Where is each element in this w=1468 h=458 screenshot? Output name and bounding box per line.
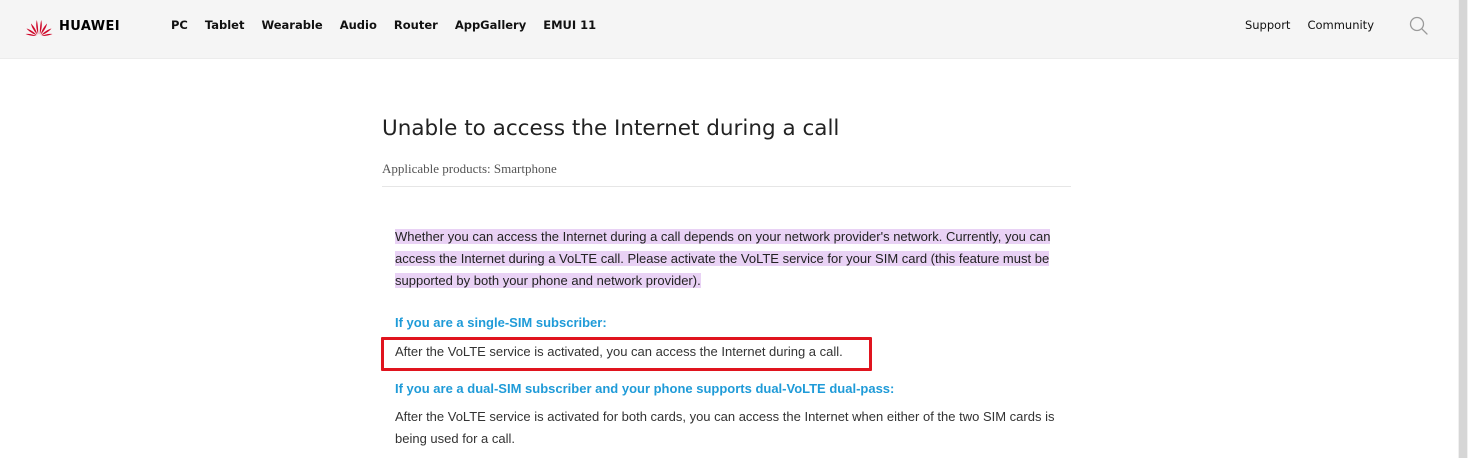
- applicable-products: Applicable products: Smartphone: [382, 161, 557, 177]
- applicable-products-label: Applicable products:: [382, 161, 491, 176]
- page-title: Unable to access the Internet during a c…: [382, 116, 840, 141]
- top-navbar: HUAWEI PC Tablet Wearable Audio Router A…: [0, 0, 1458, 59]
- huawei-logo[interactable]: HUAWEI: [24, 15, 120, 37]
- title-divider: [382, 186, 1071, 187]
- dual-sim-text: After the VoLTE service is activated for…: [395, 409, 1055, 446]
- nav-item-tablet[interactable]: Tablet: [205, 18, 245, 32]
- nav-item-emui[interactable]: EMUI 11: [543, 18, 596, 32]
- huawei-flower-icon: [25, 20, 53, 37]
- applicable-products-value: Smartphone: [493, 161, 557, 176]
- highlighted-intro-text: Whether you can access the Internet duri…: [395, 229, 1051, 288]
- nav-item-appgallery[interactable]: AppGallery: [455, 18, 526, 32]
- support-link[interactable]: Support: [1245, 18, 1290, 32]
- page-scrollbar[interactable]: [1458, 0, 1468, 458]
- dual-sim-heading: If you are a dual-SIM subscriber and you…: [395, 381, 895, 396]
- nav-item-audio[interactable]: Audio: [340, 18, 377, 32]
- main-nav: PC Tablet Wearable Audio Router AppGalle…: [171, 18, 613, 32]
- single-sim-heading: If you are a single-SIM subscriber:: [395, 315, 607, 330]
- secondary-nav: Support Community: [1228, 18, 1374, 32]
- nav-item-router[interactable]: Router: [394, 18, 438, 32]
- red-annotation-box: [381, 337, 872, 371]
- nav-item-wearable[interactable]: Wearable: [261, 18, 322, 32]
- intro-paragraph: Whether you can access the Internet duri…: [395, 226, 1055, 292]
- search-icon[interactable]: [1408, 15, 1430, 37]
- nav-item-pc[interactable]: PC: [171, 18, 188, 32]
- scrollbar-thumb[interactable]: [1459, 0, 1467, 458]
- page: HUAWEI PC Tablet Wearable Audio Router A…: [0, 0, 1468, 458]
- community-link[interactable]: Community: [1307, 18, 1374, 32]
- brand-name: HUAWEI: [59, 18, 120, 34]
